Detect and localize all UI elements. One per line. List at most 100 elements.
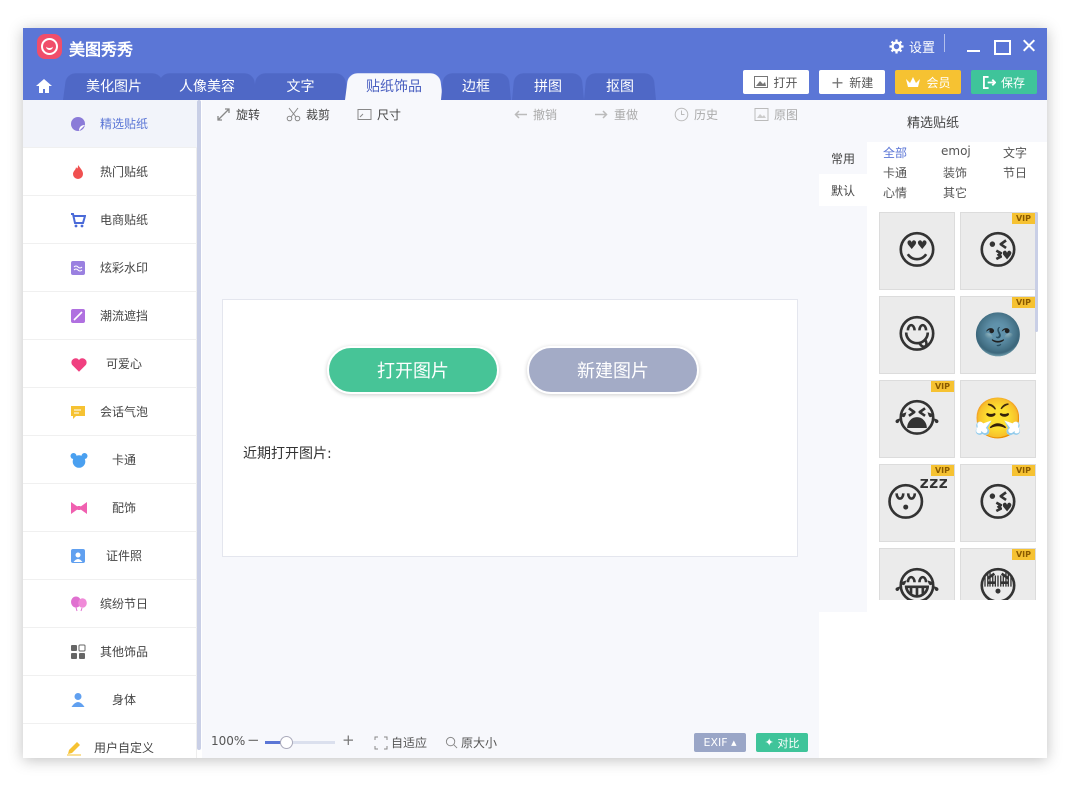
- sticker-grid: 😍 😘 VIP 😋 🌚 VIP 😭 VIP 😤 😴 VIP 😘 VIP 😂 😳 VIP: [879, 210, 1039, 600]
- tab-cutout[interactable]: 抠图: [584, 71, 656, 100]
- sidebar-item[interactable]: 用户自定义: [23, 724, 197, 758]
- zoom-out-button[interactable]: −: [247, 731, 260, 749]
- open-label: 打开: [773, 75, 798, 90]
- resize-icon: [357, 109, 372, 120]
- tab-collage[interactable]: 拼图: [512, 71, 584, 100]
- sticker-tile[interactable]: 😍: [879, 212, 955, 290]
- sticker-emoji: 😴: [884, 480, 950, 526]
- rotate-button[interactable]: 旋转: [216, 106, 260, 123]
- filter-text[interactable]: 文字: [1003, 144, 1027, 161]
- sticker-emoji: 😘: [977, 228, 1019, 274]
- undo-button[interactable]: 撤销: [513, 106, 557, 123]
- sidebar-item[interactable]: 缤纷节日: [23, 580, 197, 628]
- filter-all[interactable]: 全部: [883, 144, 907, 161]
- sidebar-item[interactable]: 其他饰品: [23, 628, 197, 676]
- sidebar-item[interactable]: 热门贴纸: [23, 148, 197, 196]
- home-button[interactable]: [33, 76, 55, 96]
- rotate-label: 旋转: [236, 108, 261, 122]
- save-button[interactable]: 保存: [971, 70, 1037, 94]
- minimize-button[interactable]: [965, 37, 981, 53]
- sidebar-item-label: 炫彩水印: [99, 261, 148, 275]
- sticker-tile[interactable]: 😋: [879, 296, 955, 374]
- pen-icon: [66, 740, 84, 756]
- sidebar-item[interactable]: 卡通: [23, 436, 197, 484]
- vip-badge: VIP: [930, 381, 954, 392]
- sticker-tile[interactable]: 😤: [960, 380, 1036, 458]
- tab-portrait[interactable]: 人像美容: [157, 71, 257, 100]
- actual-size-button[interactable]: 原大小: [445, 734, 497, 751]
- sticker-tile[interactable]: 😂: [879, 548, 955, 600]
- watermark-icon: [70, 260, 88, 276]
- sidebar-item[interactable]: 电商贴纸: [23, 196, 197, 244]
- sidebar-item[interactable]: 炫彩水印: [23, 244, 197, 292]
- grid-icon: [70, 644, 88, 660]
- undo-icon: [514, 110, 527, 119]
- sticker-tile[interactable]: 😴 VIP: [879, 464, 955, 542]
- sparkle-icon: ✦: [764, 736, 774, 749]
- filter-emoji[interactable]: emoj: [941, 144, 971, 158]
- zoom-in-button[interactable]: +: [342, 731, 355, 749]
- title-separator: [944, 34, 945, 52]
- zoom-slider-handle[interactable]: [280, 736, 293, 749]
- sticker-emoji: 😂: [893, 564, 941, 600]
- sticker-emoji: 😳: [977, 564, 1019, 600]
- vip-badge: VIP: [1011, 549, 1035, 560]
- id-photo-icon: [70, 548, 88, 564]
- redo-icon: [595, 110, 608, 119]
- exif-button[interactable]: EXIF ▲: [694, 733, 746, 752]
- open-picture-button[interactable]: 打开图片: [327, 346, 499, 394]
- compare-button[interactable]: ✦ 对比: [756, 733, 808, 752]
- filter-cartoon[interactable]: 卡通: [883, 164, 907, 181]
- filter-other[interactable]: 其它: [943, 184, 967, 201]
- sidebar-item[interactable]: 身体: [23, 676, 197, 724]
- sticker-scrollbar[interactable]: [1035, 212, 1038, 332]
- undo-label: 撤销: [533, 108, 558, 122]
- sidebar-item[interactable]: 证件照: [23, 532, 197, 580]
- compare-label: 对比: [777, 736, 800, 750]
- sticker-tile[interactable]: 😘 VIP: [960, 464, 1036, 542]
- settings-button[interactable]: 设置: [889, 37, 935, 56]
- close-button[interactable]: [1021, 37, 1037, 53]
- tab-label: 美化图片: [86, 78, 142, 95]
- vip-button[interactable]: 会员: [895, 70, 961, 94]
- tab-frames[interactable]: 边框: [441, 71, 511, 100]
- filter-festival[interactable]: 节日: [1003, 164, 1027, 181]
- sidebar-item[interactable]: 潮流遮挡: [23, 292, 197, 340]
- sticker-tab-default[interactable]: 默认: [819, 174, 867, 206]
- sidebar-item[interactable]: 会话气泡: [23, 388, 197, 436]
- sidebar-scrollbar[interactable]: [197, 100, 201, 750]
- zoom-value: 100%: [211, 734, 246, 748]
- bubble-icon: [70, 404, 88, 420]
- bear-icon: [70, 452, 88, 468]
- actual-size-label: 原大小: [461, 736, 498, 750]
- original-label: 原图: [774, 108, 799, 122]
- sidebar-item[interactable]: 配饰: [23, 484, 197, 532]
- vip-badge: VIP: [930, 465, 954, 476]
- new-picture-button[interactable]: 新建图片: [527, 346, 699, 394]
- new-button[interactable]: + 新建: [819, 70, 885, 94]
- history-button[interactable]: 历史: [674, 106, 718, 123]
- tab-stickers[interactable]: 贴纸饰品: [345, 71, 443, 100]
- fit-button[interactable]: 自适应: [374, 734, 427, 751]
- maximize-button[interactable]: [993, 37, 1011, 55]
- sticker-tile[interactable]: 😭 VIP: [879, 380, 955, 458]
- size-button[interactable]: 尺寸: [357, 106, 401, 123]
- open-button[interactable]: 打开: [743, 70, 809, 94]
- filter-decor[interactable]: 装饰: [943, 164, 967, 181]
- sticker-tab-common[interactable]: 常用: [819, 142, 867, 174]
- original-button[interactable]: 原图: [754, 106, 798, 123]
- crop-button[interactable]: 裁剪: [286, 106, 330, 123]
- sidebar-item[interactable]: 精选贴纸: [23, 100, 197, 148]
- sticker-tile[interactable]: 😳 VIP: [960, 548, 1036, 600]
- sticker-emoji: 😍: [896, 228, 938, 274]
- sidebar-item-label: 配饰: [111, 501, 136, 515]
- tab-text[interactable]: 文字: [253, 71, 348, 100]
- sidebar-item-label: 会话气泡: [99, 405, 148, 419]
- size-label: 尺寸: [377, 108, 402, 122]
- sticker-tile[interactable]: 🌚 VIP: [960, 296, 1036, 374]
- filter-mood[interactable]: 心情: [883, 184, 907, 201]
- sticker-tile[interactable]: 😘 VIP: [960, 212, 1036, 290]
- tab-beautify[interactable]: 美化图片: [63, 71, 165, 100]
- sidebar-item[interactable]: 可爱心: [23, 340, 197, 388]
- redo-button[interactable]: 重做: [594, 106, 638, 123]
